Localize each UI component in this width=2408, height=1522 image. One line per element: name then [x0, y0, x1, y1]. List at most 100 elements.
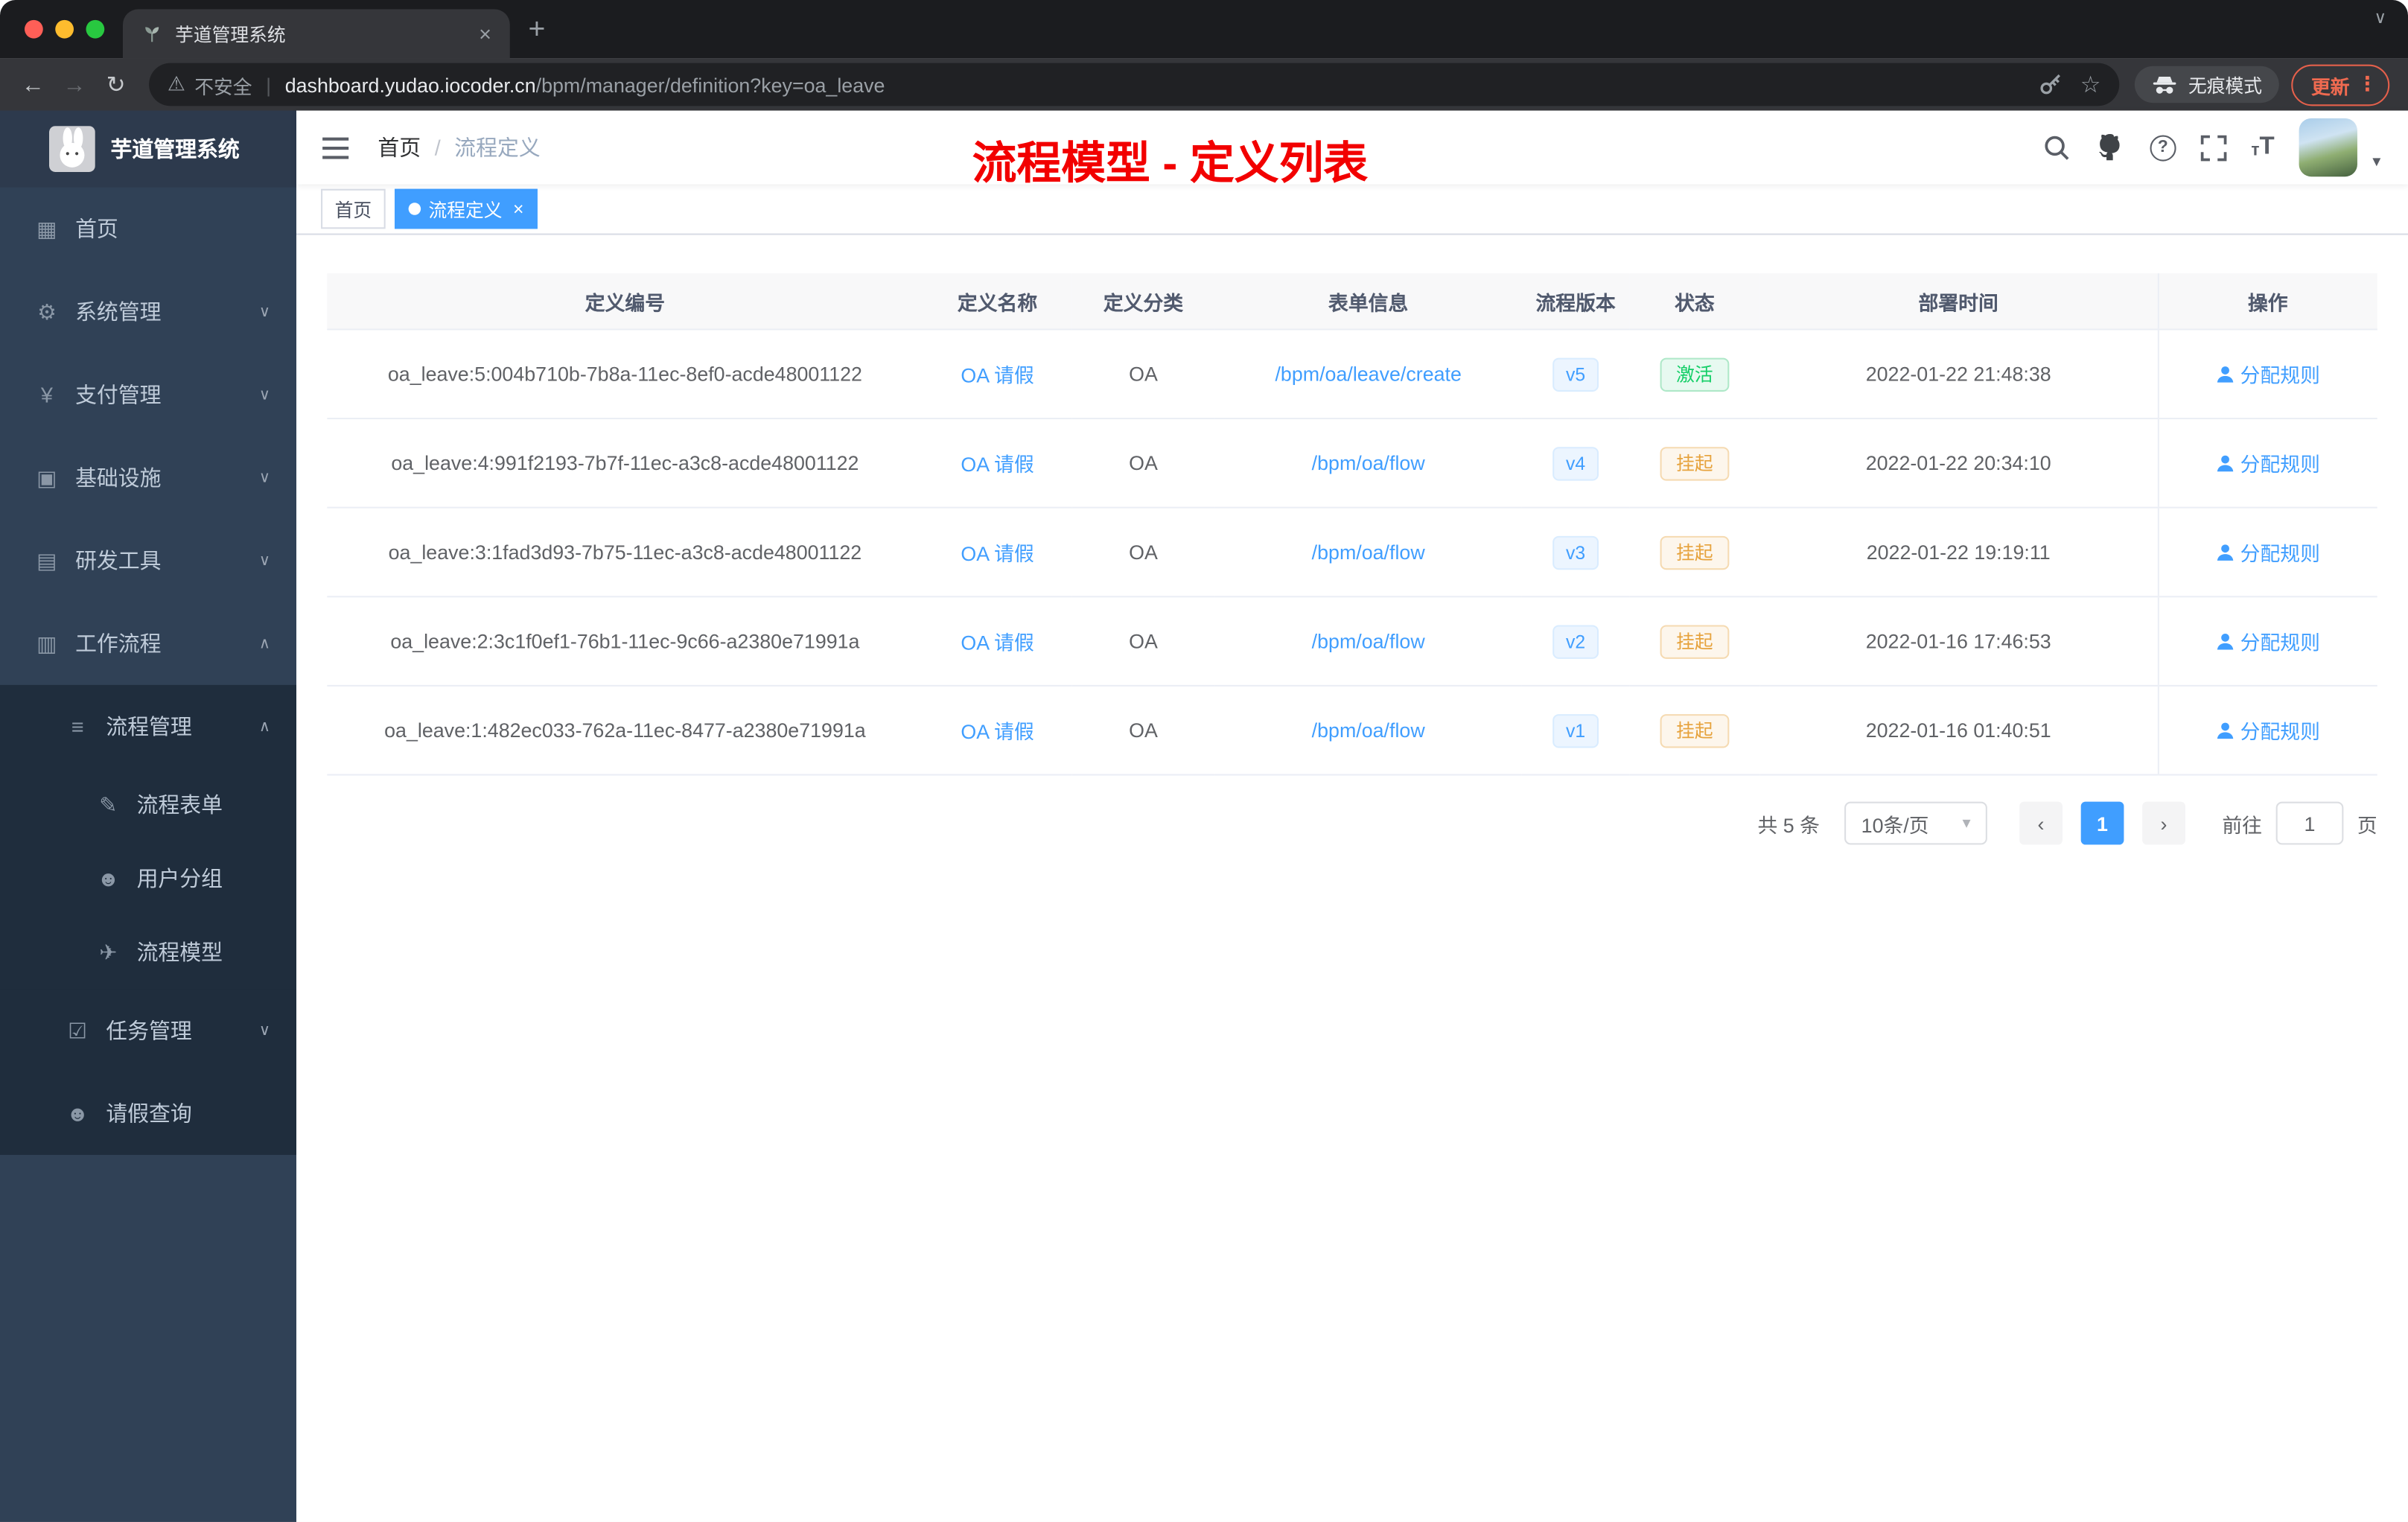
goto-label: 前往	[2222, 813, 2263, 837]
table-row: oa_leave:1:482ec033-762a-11ec-8477-a2380…	[327, 685, 2377, 776]
process-version-cell: v2	[1521, 596, 1630, 687]
definition-name-cell: OA 请假	[923, 685, 1072, 776]
action-label: 分配规则	[2240, 631, 2320, 655]
user-avatar[interactable]	[2299, 118, 2358, 177]
sidebar-item-home[interactable]: ▦ 首页	[0, 188, 296, 270]
form-info-link[interactable]: /bpm/oa/flow	[1312, 541, 1425, 564]
not-secure-warning-icon: ⚠	[167, 71, 185, 95]
security-label[interactable]: 不安全	[194, 70, 252, 99]
prev-page-button[interactable]: ‹	[2019, 801, 2063, 845]
page-button[interactable]: 1	[2080, 801, 2124, 845]
reload-button[interactable]: ↻	[95, 73, 137, 96]
sidebar-collapse-icon[interactable]	[321, 136, 350, 159]
table-header-row: 定义编号 定义名称 定义分类 表单信息 流程版本 状态 部署时间 操作	[327, 273, 2377, 331]
submenu-process-management: ✎ 流程表单 ☻ 用户分组 ✈ 流程模型	[0, 768, 297, 990]
sidebar-item-system[interactable]: ⚙ 系统管理 ∨	[0, 270, 296, 353]
assign-rule-link[interactable]: 分配规则	[2216, 627, 2320, 656]
help-icon[interactable]: ?	[2150, 134, 2176, 161]
assign-rule-link[interactable]: 分配规则	[2216, 538, 2320, 567]
yen-icon: ¥	[40, 382, 53, 407]
process-management-icon: ≡	[71, 714, 84, 739]
top-navbar: 首页 / 流程定义 流程模型 - 定义列表 ? тT ▼	[296, 110, 2408, 189]
github-icon[interactable]	[2095, 132, 2125, 162]
definition-name-link[interactable]: OA 请假	[961, 631, 1033, 655]
new-tab-button[interactable]: +	[529, 15, 546, 44]
back-button[interactable]: ←	[13, 73, 54, 96]
definition-id-cell: oa_leave:1:482ec033-762a-11ec-8477-a2380…	[327, 685, 923, 776]
browser-tab[interactable]: 芋道管理系统 ×	[123, 9, 510, 59]
search-icon[interactable]	[2042, 133, 2070, 161]
minimize-window-button[interactable]	[55, 19, 74, 39]
sidebar-item-label: 首页	[75, 216, 118, 241]
status-cell: 挂起	[1629, 507, 1760, 598]
tag-item[interactable]: 首页	[321, 188, 386, 229]
next-page-button[interactable]: ›	[2142, 801, 2185, 845]
breadcrumb-home[interactable]: 首页	[378, 132, 421, 162]
paper-plane-icon: ✈	[99, 939, 118, 964]
app-logo: 芋道管理系统	[0, 110, 297, 188]
operation-cell: 分配规则	[2156, 329, 2377, 420]
definition-id-cell: oa_leave:4:991f2193-7b7f-11ec-a3c8-acde4…	[327, 418, 923, 509]
sidebar-item-label: 用户分组	[136, 866, 223, 891]
sidebar-item-workflow[interactable]: ▥ 工作流程 ∧	[0, 602, 296, 685]
sidebar-item-payment[interactable]: ¥ 支付管理 ∨	[0, 353, 296, 436]
sidebar-item-label: 流程管理	[106, 714, 192, 739]
close-window-button[interactable]	[25, 19, 43, 39]
form-info-link[interactable]: /bpm/oa/flow	[1312, 451, 1425, 474]
dashboard-icon: ▦	[36, 215, 57, 241]
sidebar-item-process-management[interactable]: ≡ 流程管理 ∧	[0, 685, 296, 768]
sidebar-item-infrastructure[interactable]: ▣ 基础设施 ∨	[0, 436, 296, 519]
person-icon	[2216, 543, 2235, 561]
action-label: 分配规则	[2240, 363, 2320, 387]
address-bar[interactable]: ⚠ 不安全 | dashboard.yudao.iocoder.cn /bpm/…	[149, 63, 2120, 106]
url-path: /bpm/manager/definition?key=oa_leave	[535, 72, 885, 96]
definition-name-link[interactable]: OA 请假	[961, 542, 1033, 565]
definition-name-cell: OA 请假	[923, 418, 1072, 509]
form-info-link[interactable]: /bpm/oa/flow	[1312, 719, 1425, 742]
definition-category-cell: OA	[1071, 596, 1215, 687]
tab-close-icon[interactable]: ×	[473, 22, 497, 46]
chevron-down-icon: ∨	[258, 303, 270, 321]
table-row: oa_leave:2:3c1f0ef1-76b1-11ec-9c66-a2380…	[327, 596, 2377, 687]
definition-name-link[interactable]: OA 请假	[961, 364, 1033, 387]
column-header: 状态	[1629, 273, 1760, 331]
status-cell: 激活	[1629, 329, 1760, 420]
breadcrumb: 首页 / 流程定义	[378, 132, 540, 162]
sidebar-item-leave-query[interactable]: ☻ 请假查询	[0, 1072, 296, 1155]
assign-rule-link[interactable]: 分配规则	[2216, 360, 2320, 389]
bookmark-star-icon[interactable]: ☆	[2080, 71, 2101, 98]
user-group-icon: ☻	[97, 866, 120, 891]
sidebar-item-process-model[interactable]: ✈ 流程模型	[0, 915, 296, 989]
browser-menu-kebab-icon[interactable]: ⋮	[2357, 72, 2377, 97]
sidebar-item-process-form[interactable]: ✎ 流程表单	[0, 768, 296, 841]
fullscreen-icon[interactable]	[2200, 134, 2227, 161]
definition-name-link[interactable]: OA 请假	[961, 720, 1033, 743]
incognito-badge: 无痕模式	[2134, 66, 2279, 104]
version-badge: v2	[1552, 624, 1599, 658]
action-label: 分配规则	[2240, 542, 2320, 565]
column-header: 表单信息	[1214, 273, 1522, 331]
assign-rule-link[interactable]: 分配规则	[2216, 448, 2320, 477]
tab-search-chevron-icon[interactable]: ∨	[2374, 7, 2386, 28]
logo-avatar	[49, 126, 95, 172]
key-icon[interactable]	[2037, 72, 2062, 97]
sidebar-item-user-group[interactable]: ☻ 用户分组	[0, 841, 296, 915]
person-icon	[2216, 632, 2235, 651]
form-info-link[interactable]: /bpm/oa/flow	[1312, 630, 1425, 653]
tag-active[interactable]: 流程定义 ×	[395, 188, 538, 229]
update-browser-button[interactable]: 更新 ⋮	[2291, 63, 2390, 106]
sidebar-item-devtools[interactable]: ▤ 研发工具 ∨	[0, 519, 296, 602]
tag-close-icon[interactable]: ×	[513, 198, 523, 220]
infrastructure-icon: ▣	[36, 464, 57, 489]
goto-page-input[interactable]: 1	[2275, 801, 2344, 845]
definition-name-link[interactable]: OA 请假	[961, 453, 1033, 476]
url-domain: dashboard.yudao.iocoder.cn	[284, 72, 536, 96]
zoom-window-button[interactable]	[86, 19, 105, 39]
sidebar-item-task-management[interactable]: ☑ 任务管理 ∨	[0, 989, 296, 1072]
definition-name-cell: OA 请假	[923, 507, 1072, 598]
avatar-caret-down-icon[interactable]: ▼	[2370, 153, 2383, 169]
page-size-select[interactable]: 10条/页 ▼	[1844, 801, 1987, 845]
assign-rule-link[interactable]: 分配规则	[2216, 716, 2320, 745]
font-size-icon[interactable]: тT	[2251, 134, 2274, 160]
form-info-link[interactable]: /bpm/oa/leave/create	[1275, 363, 1461, 386]
